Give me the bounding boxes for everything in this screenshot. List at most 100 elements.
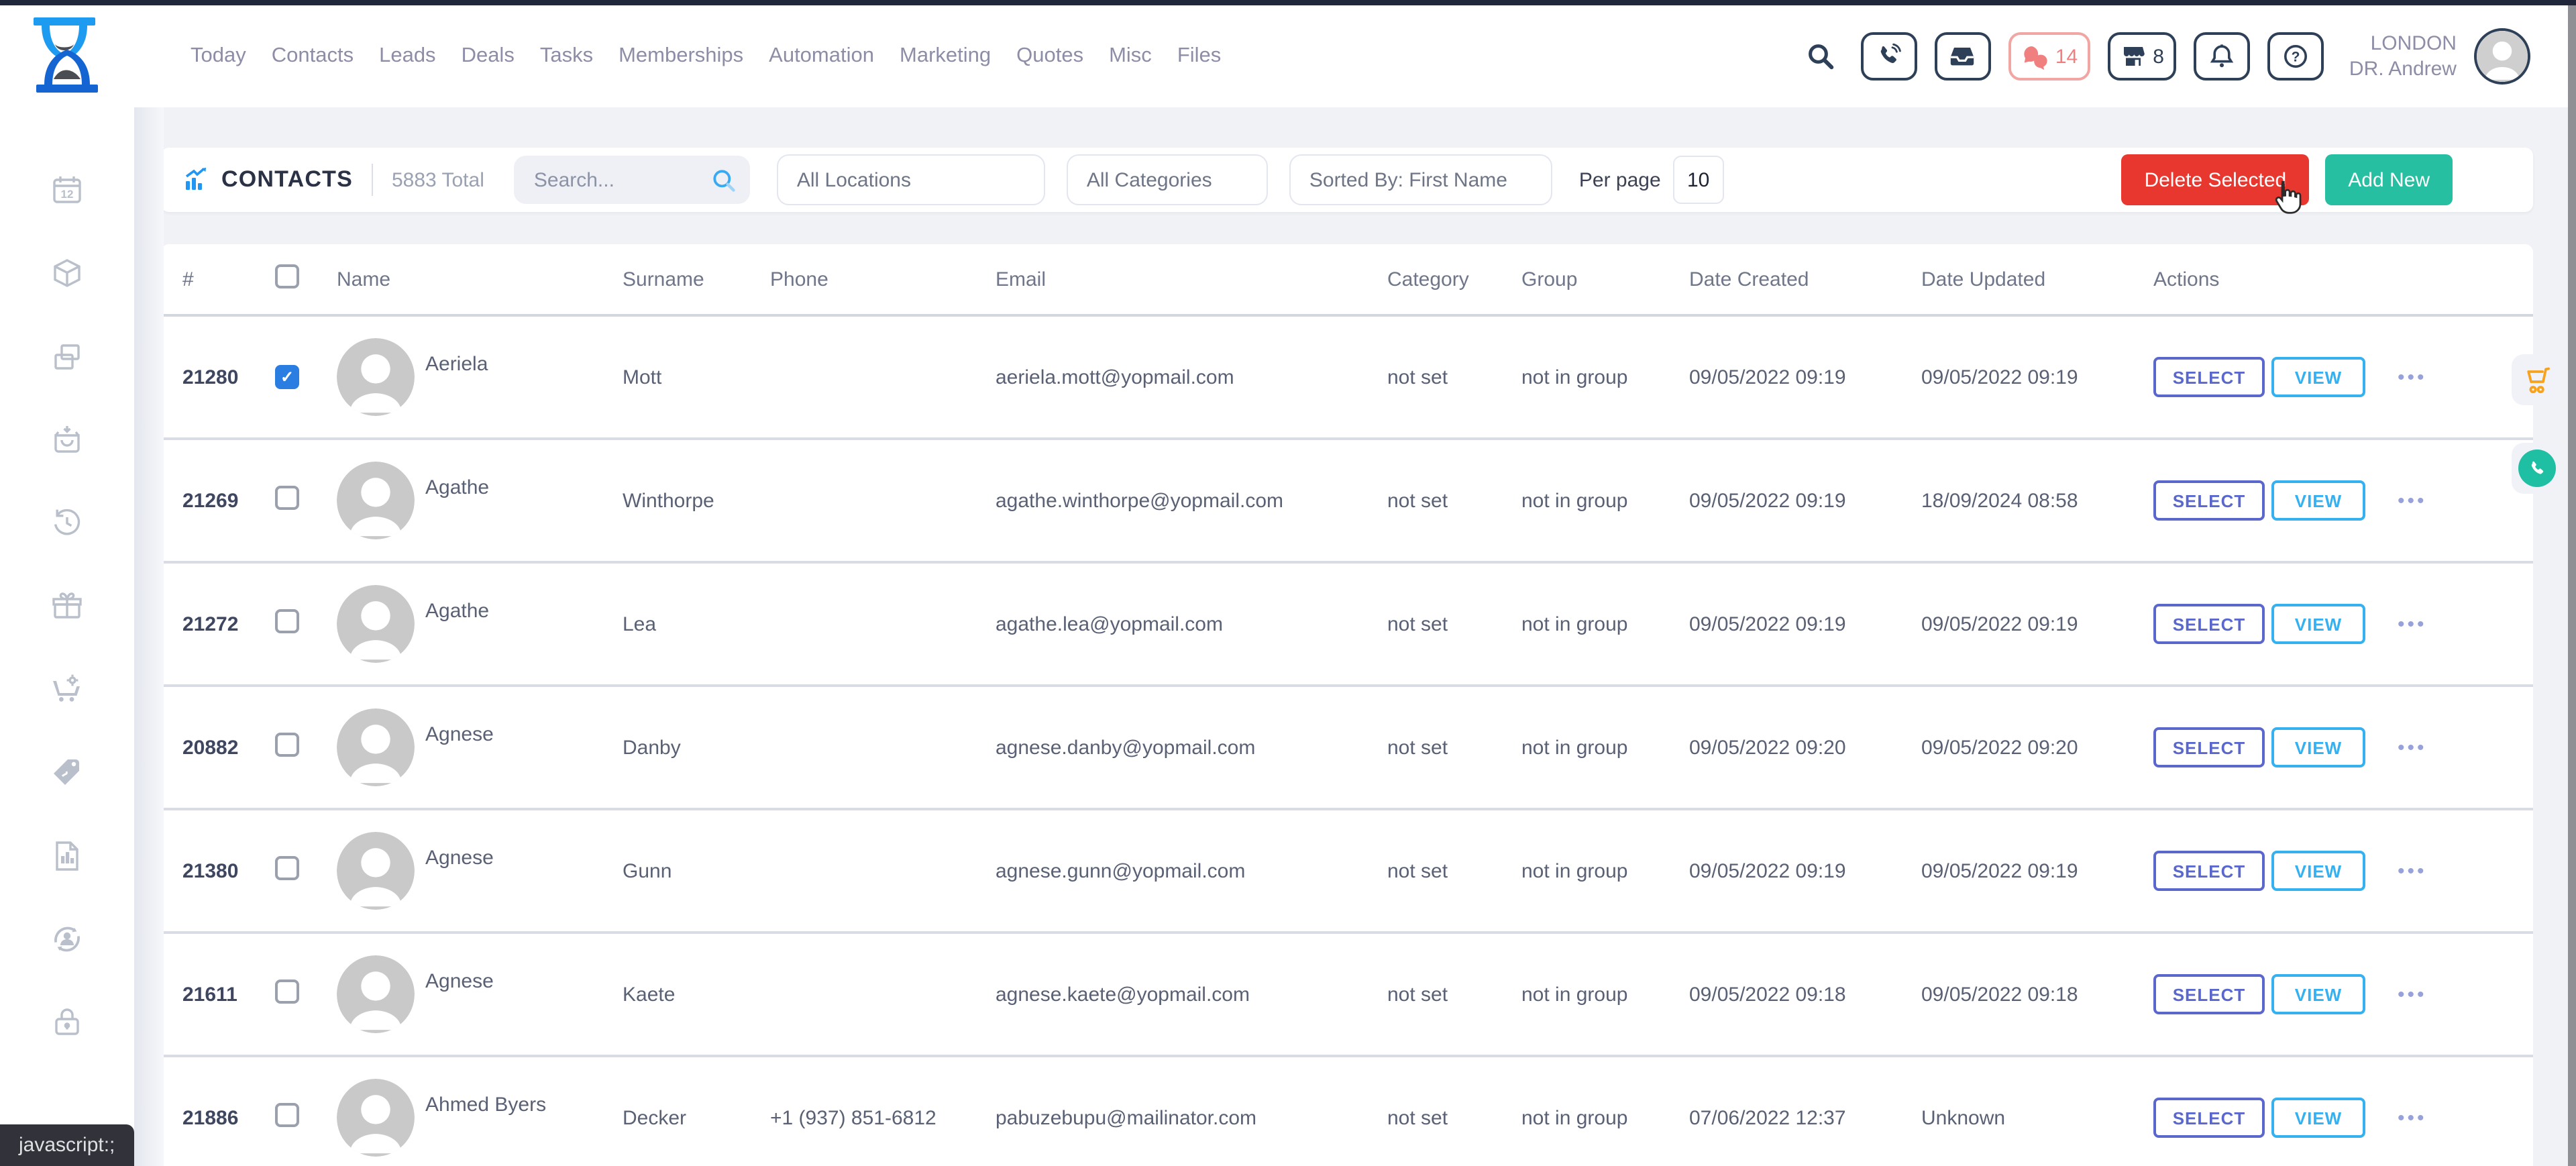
locations-filter-select[interactable]: All Locations	[777, 154, 1045, 205]
more-actions-icon[interactable]: •••	[2398, 859, 2427, 882]
per-page-label: Per page	[1579, 168, 1661, 191]
contact-first-name[interactable]: Agnese	[425, 723, 494, 745]
header-category[interactable]: Category	[1387, 268, 1521, 290]
phone-calls-button[interactable]	[1861, 32, 1917, 81]
sidebar-client-sync-icon[interactable]	[50, 922, 85, 957]
contact-id: 21272	[182, 613, 275, 635]
sidebar-history-icon[interactable]	[50, 506, 85, 541]
nav-tasks[interactable]: Tasks	[540, 44, 593, 68]
contact-first-name[interactable]: Agnese	[425, 846, 494, 869]
view-button[interactable]: VIEW	[2271, 974, 2365, 1014]
categories-filter-select[interactable]: All Categories	[1067, 154, 1268, 205]
search-submit-icon[interactable]	[711, 167, 737, 193]
view-button[interactable]: VIEW	[2271, 1098, 2365, 1138]
header-phone[interactable]: Phone	[770, 268, 996, 290]
select-button[interactable]: SELECT	[2153, 727, 2265, 767]
sidebar-price-tag-icon[interactable]	[50, 755, 85, 790]
contact-category: not set	[1387, 1106, 1521, 1129]
select-all-checkbox[interactable]	[275, 264, 299, 288]
user-info[interactable]: LONDON DR. Andrew	[2349, 31, 2457, 82]
row-checkbox[interactable]	[275, 856, 299, 880]
select-button[interactable]: SELECT	[2153, 974, 2265, 1014]
more-actions-icon[interactable]: •••	[2398, 489, 2427, 512]
row-checkbox[interactable]	[275, 486, 299, 510]
row-checkbox[interactable]	[275, 1103, 299, 1127]
nav-misc[interactable]: Misc	[1109, 44, 1152, 68]
floating-phone-button[interactable]	[2512, 443, 2563, 494]
view-button[interactable]: VIEW	[2271, 480, 2365, 521]
contacts-search-input[interactable]	[531, 167, 711, 193]
help-button[interactable]: ?	[2267, 32, 2324, 81]
header-date-updated[interactable]: Date Updated	[1921, 268, 2153, 290]
sidebar-calendar-icon[interactable]: 12	[50, 173, 85, 208]
notifications-button[interactable]	[2194, 32, 2250, 81]
sidebar-package-icon[interactable]	[50, 256, 85, 291]
header-id[interactable]: #	[182, 268, 275, 290]
more-actions-icon[interactable]: •••	[2398, 983, 2427, 1006]
contact-first-name[interactable]: Agnese	[425, 969, 494, 992]
contact-surname: Danby	[623, 736, 770, 759]
view-button[interactable]: VIEW	[2271, 727, 2365, 767]
more-actions-icon[interactable]: •••	[2398, 1106, 2427, 1129]
sidebar-copy-icon[interactable]	[50, 339, 85, 374]
table-body: 21280 Aeriela Mott aeriela.mott@yopmail.…	[161, 317, 2533, 1166]
search-icon[interactable]	[1806, 42, 1835, 71]
contact-first-name[interactable]: Ahmed Byers	[425, 1093, 546, 1116]
view-button[interactable]: VIEW	[2271, 851, 2365, 891]
contact-name-cell: Aeriela	[337, 338, 623, 416]
select-button[interactable]: SELECT	[2153, 357, 2265, 397]
nav-quotes[interactable]: Quotes	[1016, 44, 1083, 68]
nav-memberships[interactable]: Memberships	[619, 44, 743, 68]
messages-button[interactable]: 14	[2008, 32, 2090, 81]
select-button[interactable]: SELECT	[2153, 851, 2265, 891]
view-button[interactable]: VIEW	[2271, 357, 2365, 397]
nav-deals[interactable]: Deals	[462, 44, 515, 68]
header-name[interactable]: Name	[337, 268, 623, 290]
per-page-input[interactable]	[1673, 156, 1724, 204]
row-checkbox[interactable]	[275, 365, 299, 389]
header-group[interactable]: Group	[1521, 268, 1689, 290]
nav-files[interactable]: Files	[1177, 44, 1221, 68]
more-actions-icon[interactable]: •••	[2398, 366, 2427, 388]
sort-select[interactable]: Sorted By: First Name	[1289, 154, 1552, 205]
contact-surname: Gunn	[623, 859, 770, 882]
delete-selected-button[interactable]: Delete Selected	[2121, 154, 2309, 205]
nav-contacts[interactable]: Contacts	[272, 44, 354, 68]
nav-leads[interactable]: Leads	[379, 44, 435, 68]
floating-cart-button[interactable]	[2512, 354, 2563, 405]
select-button[interactable]: SELECT	[2153, 480, 2265, 521]
add-new-button[interactable]: Add New	[2325, 154, 2453, 205]
row-checkbox[interactable]	[275, 733, 299, 757]
page-title: CONTACTS	[221, 166, 353, 193]
contact-id: 20882	[182, 736, 275, 759]
more-actions-icon[interactable]: •••	[2398, 613, 2427, 635]
select-button[interactable]: SELECT	[2153, 1098, 2265, 1138]
select-button[interactable]: SELECT	[2153, 604, 2265, 644]
contact-first-name[interactable]: Aeriela	[425, 352, 488, 375]
row-checkbox[interactable]	[275, 609, 299, 633]
vertical-scrollbar[interactable]	[2568, 0, 2576, 1166]
sidebar-scroll-strip[interactable]	[134, 107, 164, 1166]
sidebar-report-icon[interactable]	[50, 839, 85, 873]
header-email[interactable]: Email	[996, 268, 1387, 290]
store-button[interactable]: 8	[2107, 32, 2176, 81]
nav-today[interactable]: Today	[191, 44, 246, 68]
sidebar-gift-icon[interactable]	[50, 589, 85, 624]
contact-actions-cell: SELECT VIEW •••	[2153, 851, 2533, 891]
header-surname[interactable]: Surname	[623, 268, 770, 290]
nav-marketing[interactable]: Marketing	[900, 44, 991, 68]
table-row: 21269 Agathe Winthorpe agathe.winthorpe@…	[161, 440, 2533, 564]
user-avatar[interactable]	[2474, 28, 2530, 85]
nav-automation[interactable]: Automation	[769, 44, 874, 68]
row-checkbox[interactable]	[275, 979, 299, 1004]
contact-first-name[interactable]: Agathe	[425, 599, 489, 622]
more-actions-icon[interactable]: •••	[2398, 736, 2427, 759]
sidebar-cart-settings-icon[interactable]	[50, 672, 85, 707]
header-date-created[interactable]: Date Created	[1689, 268, 1921, 290]
view-button[interactable]: VIEW	[2271, 604, 2365, 644]
contact-first-name[interactable]: Agathe	[425, 476, 489, 498]
table-row: 21380 Agnese Gunn agnese.gunn@yopmail.co…	[161, 810, 2533, 934]
inbox-button[interactable]	[1935, 32, 1991, 81]
sidebar-bag-icon[interactable]	[50, 423, 85, 458]
sidebar-lock-icon[interactable]	[50, 1005, 85, 1040]
